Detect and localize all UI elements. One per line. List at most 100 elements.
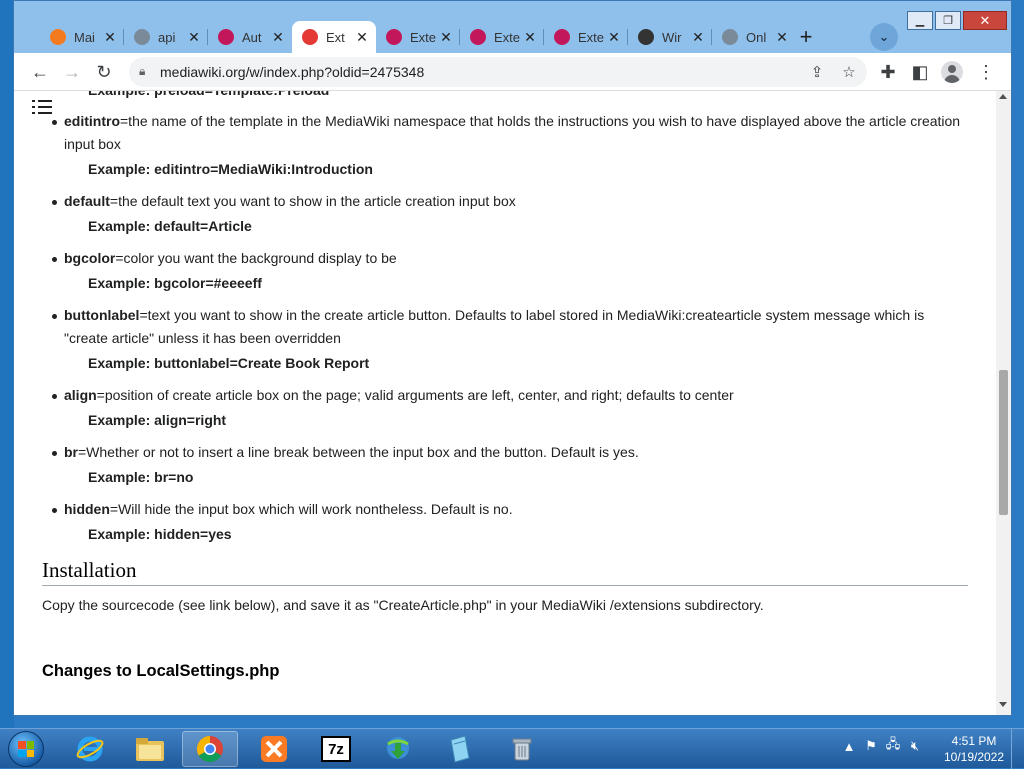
- internet-explorer-icon: [76, 736, 104, 762]
- parameter-desc-text: =the name of the template in the MediaWi…: [64, 113, 961, 152]
- close-tab-icon[interactable]: ✕: [606, 29, 622, 46]
- address-bar[interactable]: 🔒︎ mediawiki.org/w/index.php?oldid=24753…: [129, 57, 867, 87]
- taskbar-clock[interactable]: 4:51 PM 10/19/2022: [938, 733, 1010, 765]
- tab-3[interactable]: Ext ✕: [292, 21, 376, 53]
- changes-heading: Changes to LocalSettings.php: [42, 662, 280, 680]
- close-window-button[interactable]: ✕: [963, 11, 1007, 30]
- article-content: Example: preload=Template:Preload editint…: [42, 91, 968, 681]
- parameter-example: Example: hidden=yes: [88, 526, 232, 542]
- tab-8[interactable]: Onl ✕: [712, 21, 796, 53]
- close-tab-icon[interactable]: ✕: [270, 29, 286, 46]
- parameter-name: default: [64, 193, 110, 209]
- 7zip-icon: 7z: [321, 736, 351, 762]
- tab-4[interactable]: Exte ✕: [376, 21, 460, 53]
- close-tab-icon[interactable]: ✕: [102, 29, 118, 46]
- mediawiki-icon: [554, 29, 570, 45]
- clock-time: 4:51 PM: [951, 734, 997, 748]
- chrome-menu-button[interactable]: ⋮: [974, 60, 998, 84]
- tab-strip: Mai ✕ api ✕ Aut ✕ Ext ✕ Exte ✕ Exte ✕ Exte ✕ Wir ✕ Onl ✕ …: [14, 1, 1011, 53]
- back-button[interactable]: ←: [28, 60, 52, 84]
- installation-heading: Installation: [42, 558, 968, 586]
- chrome-icon: [196, 735, 223, 763]
- parameter-description: align=position of create article box on …: [64, 387, 734, 403]
- plus-icon: +: [799, 24, 813, 49]
- parameter-item: hidden=Will hide the input box which wil…: [52, 498, 968, 546]
- clock-date: 10/19/2022: [943, 750, 1005, 764]
- parameter-list: Example: preload=Template:Preload editint…: [42, 91, 968, 546]
- restore-icon: ❐: [943, 15, 953, 27]
- tab-label: Exte: [578, 29, 605, 45]
- start-button[interactable]: [4, 731, 48, 767]
- side-panel-button[interactable]: ◧: [908, 60, 932, 84]
- taskbar-xampp[interactable]: [246, 731, 302, 767]
- bookmark-button[interactable]: ☆: [838, 61, 860, 83]
- close-tab-icon[interactable]: ✕: [354, 29, 370, 46]
- taskbar-internet-explorer[interactable]: [62, 731, 118, 767]
- tab-label: Ext: [326, 29, 345, 45]
- parameter-example: Example: default=Article: [88, 218, 252, 234]
- parameter-name: buttonlabel: [64, 307, 140, 323]
- tab-2[interactable]: Aut ✕: [208, 21, 292, 53]
- scroll-down-arrow-icon[interactable]: [999, 702, 1007, 707]
- parameter-example: Example: preload=Template:Preload: [88, 91, 968, 102]
- volume-muted-icon[interactable]: 🔇︎: [906, 738, 924, 754]
- arrow-left-icon: ←: [31, 61, 49, 82]
- lock-icon: 🔒︎: [139, 64, 146, 78]
- parameter-item: Example: preload=Template:Preload: [64, 91, 968, 102]
- network-icon[interactable]: 🖧︎: [884, 735, 902, 757]
- 7zip-label: 7z: [328, 740, 344, 758]
- show-hidden-icons-icon[interactable]: ▲: [840, 739, 858, 754]
- taskbar-file-explorer[interactable]: [122, 731, 178, 767]
- close-tab-icon[interactable]: ✕: [438, 29, 454, 46]
- recycle-icon: [512, 738, 532, 761]
- parameter-example: Example: buttonlabel=Create Book Report: [88, 355, 370, 371]
- taskbar-notepad[interactable]: [432, 731, 488, 767]
- parameter-example: Example: br=no: [88, 469, 194, 485]
- share-button[interactable]: ⇪: [806, 61, 828, 83]
- reload-button[interactable]: ↻: [92, 60, 116, 84]
- tab-1[interactable]: api ✕: [124, 21, 208, 53]
- scroll-up-arrow-icon[interactable]: [999, 94, 1007, 99]
- scrollbar-thumb[interactable]: [999, 370, 1008, 515]
- taskbar-recycle-bin[interactable]: [494, 731, 550, 767]
- tab-label: Aut: [242, 29, 262, 45]
- parameter-description: hidden=Will hide the input box which wil…: [64, 501, 513, 517]
- globe-icon: [134, 29, 150, 45]
- tab-6[interactable]: Exte ✕: [544, 21, 628, 53]
- profile-avatar[interactable]: [941, 61, 963, 83]
- page-scrollbar[interactable]: [996, 91, 1011, 715]
- tab-7[interactable]: Wir ✕: [628, 21, 712, 53]
- tab-search-button[interactable]: ⌄: [870, 23, 898, 51]
- xampp-icon: [50, 29, 66, 45]
- minimize-button[interactable]: ▁: [907, 11, 933, 30]
- parameter-desc-text: =Whether or not to insert a line break b…: [78, 444, 639, 460]
- maximize-button[interactable]: ❐: [935, 11, 961, 30]
- parameter-item: buttonlabel=text you want to show in the…: [52, 304, 968, 375]
- taskbar-chrome[interactable]: [182, 731, 238, 767]
- tab-0[interactable]: Mai ✕: [40, 21, 124, 53]
- puzzle-icon: ✚: [880, 61, 896, 82]
- star-icon: ☆: [842, 64, 856, 81]
- tab-label: Exte: [410, 29, 437, 45]
- file-explorer-icon: [136, 738, 164, 761]
- extensions-button[interactable]: ✚: [876, 60, 900, 84]
- download-manager-icon: [387, 737, 409, 759]
- show-desktop-button[interactable]: [1011, 729, 1024, 769]
- taskbar-7zip[interactable]: 7z: [308, 731, 364, 767]
- window-controls: ▁ ❐ ✕: [905, 11, 1007, 30]
- notepad-icon: [450, 735, 470, 763]
- close-icon: ✕: [979, 12, 991, 28]
- action-center-flag-icon[interactable]: ⚑: [862, 738, 880, 754]
- taskbar-download-manager[interactable]: [370, 731, 426, 767]
- browser-window: Mai ✕ api ✕ Aut ✕ Ext ✕ Exte ✕ Exte ✕ Exte ✕ Wir ✕ Onl ✕ …: [13, 0, 1012, 716]
- close-tab-icon[interactable]: ✕: [690, 29, 706, 46]
- system-tray: ▲ ⚑ 🖧︎ 🔇︎: [840, 735, 928, 757]
- forward-button[interactable]: →: [60, 60, 84, 84]
- close-tab-icon[interactable]: ✕: [774, 29, 790, 46]
- close-tab-icon[interactable]: ✕: [522, 29, 538, 46]
- close-tab-icon[interactable]: ✕: [186, 29, 202, 46]
- tab-5[interactable]: Exte ✕: [460, 21, 544, 53]
- parameter-desc-text: =text you want to show in the create art…: [64, 307, 925, 346]
- parameter-name: hidden: [64, 501, 110, 517]
- new-tab-button[interactable]: +: [792, 23, 820, 51]
